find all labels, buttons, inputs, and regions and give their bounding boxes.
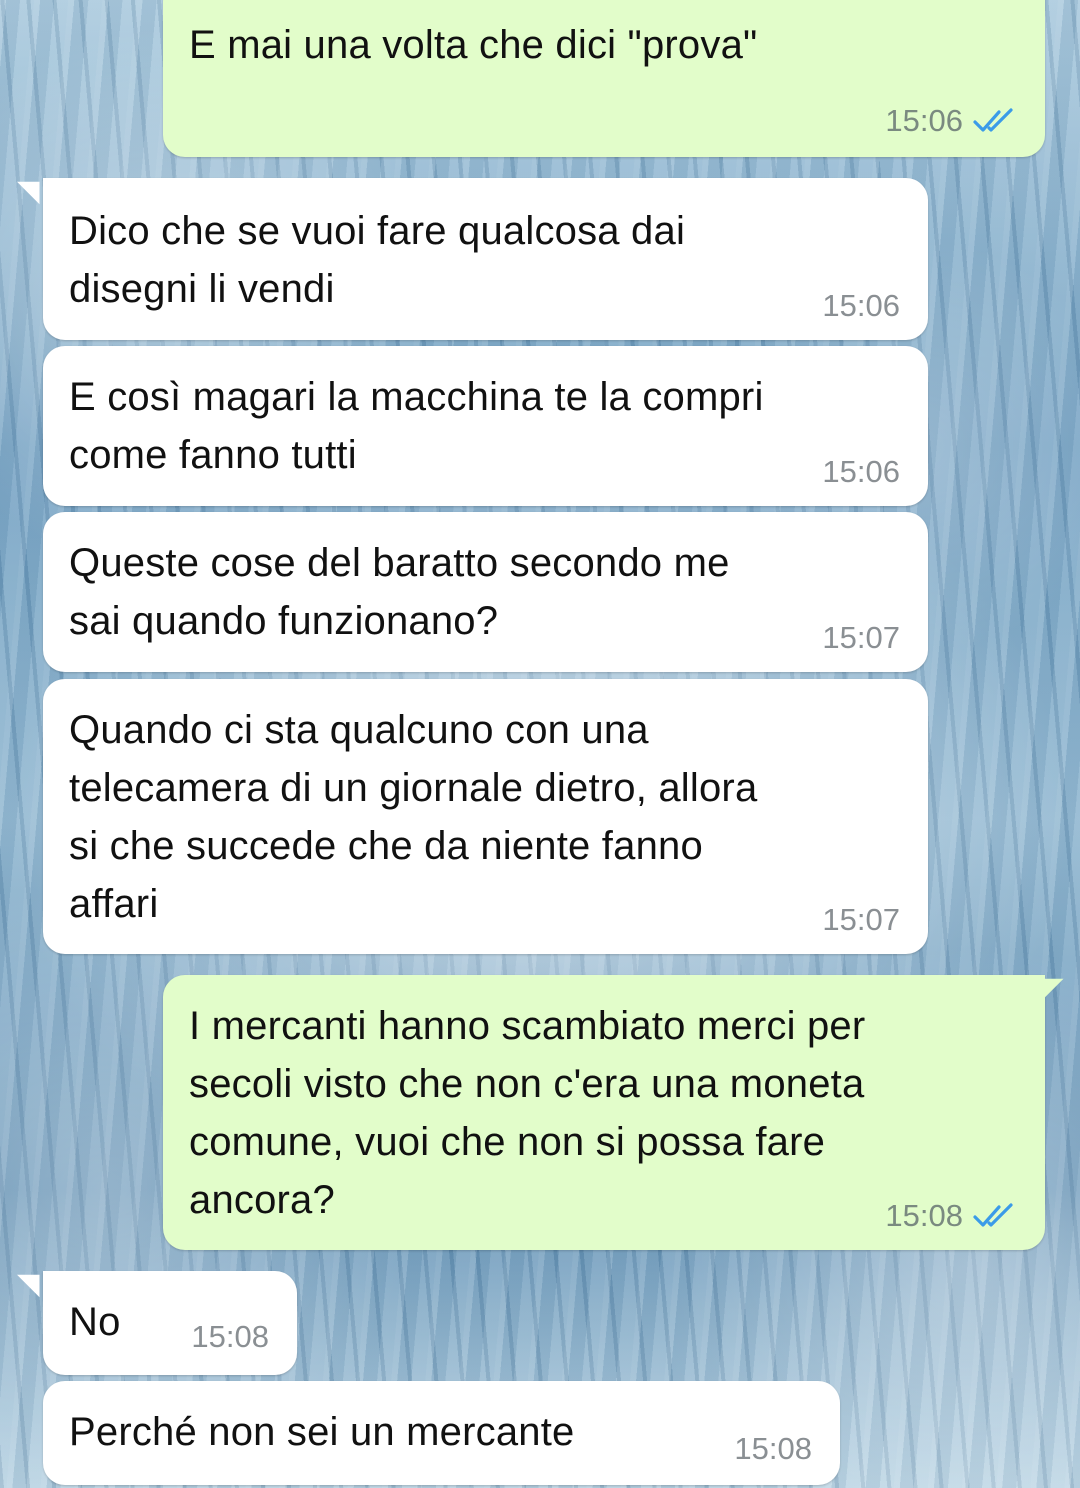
message-bubble-incoming[interactable]: Queste cose del baratto secondo me sai q… [43,512,928,672]
message-text: Dico che se vuoi fare qualcosa dai diseg… [69,209,686,311]
message-bubble-incoming[interactable]: Dico che se vuoi fare qualcosa dai diseg… [17,178,928,340]
message-text: E così magari la macchina te la compri c… [69,375,764,477]
message-bubble-incoming[interactable]: E così magari la macchina te la compri c… [43,346,928,506]
message-text: E mai una volta che dici "prova" [189,23,758,67]
message-text: Queste cose del baratto secondo me sai q… [69,541,730,643]
message-time: 15:06 [822,454,900,489]
message-bubble-outgoing[interactable]: E mai una volta che dici "prova" 15:06 [163,0,1045,157]
bubble-tail [17,1274,40,1298]
bubble-tail [1041,978,1064,1002]
bubble-tail [17,181,40,205]
message-text: Perché non sei un mercante [69,1410,575,1454]
double-check-read-icon [973,108,1017,134]
message-time: 15:06 [885,103,963,138]
message-bubble-outgoing[interactable]: I mercanti hanno scambiato merci per sec… [163,975,1064,1250]
message-time: 15:07 [822,902,900,937]
message-bubble-incoming[interactable]: No 15:08 [17,1271,297,1375]
message-bubble-incoming[interactable]: Quando ci sta qualcuno con una telecamer… [43,679,928,954]
message-text: Quando ci sta qualcuno con una telecamer… [69,708,758,926]
message-bubble-incoming[interactable]: Perché non sei un mercante 15:08 [43,1381,840,1485]
message-time: 15:08 [191,1319,269,1354]
message-time: 15:07 [822,620,900,655]
message-text: I mercanti hanno scambiato merci per sec… [189,1004,866,1222]
message-time: 15:06 [822,288,900,323]
double-check-read-icon [973,1203,1017,1229]
message-time: 15:08 [734,1431,812,1466]
message-time: 15:08 [885,1198,963,1233]
message-text: No [69,1300,121,1344]
